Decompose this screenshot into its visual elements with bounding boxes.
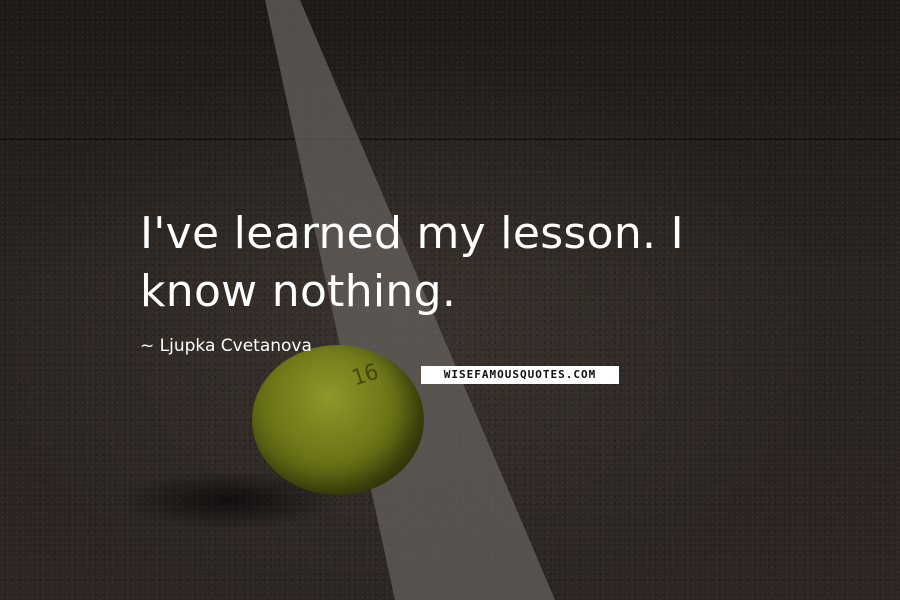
dash-glyph: ~ xyxy=(140,336,160,356)
watermark-logo: WISEFAMOUSQUOTES.COM xyxy=(421,366,619,384)
quote-author: ~ Ljupka Cvetanova xyxy=(140,336,312,356)
quote-image: 16 I've learned my lesson. I know nothin… xyxy=(0,0,900,600)
quote-text: I've learned my lesson. I know nothing. xyxy=(140,208,684,317)
author-name: Ljupka Cvetanova xyxy=(159,336,312,356)
